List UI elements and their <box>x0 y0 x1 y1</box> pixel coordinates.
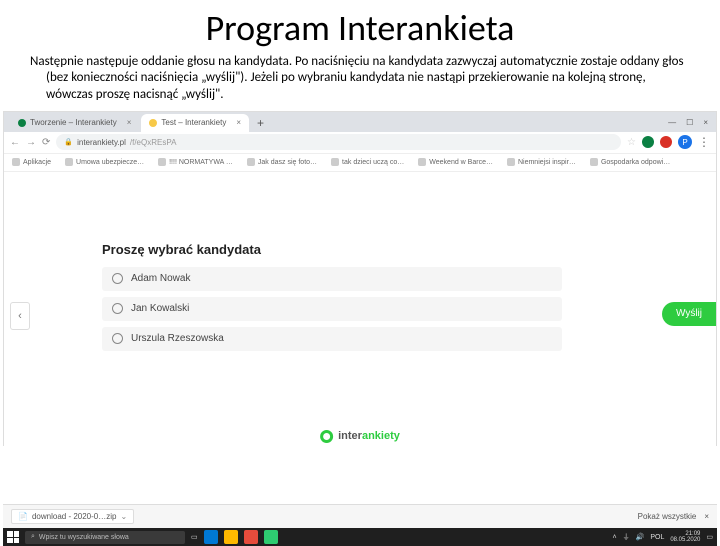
reload-icon[interactable]: ⟳ <box>42 137 50 148</box>
bookmark-item[interactable]: Gospodarka odpowi… <box>590 158 670 166</box>
submit-button[interactable]: Wyślij <box>662 302 716 326</box>
new-tab-button[interactable]: + <box>257 116 264 130</box>
browser-tab-active[interactable]: Test – Interankiety × <box>141 114 249 132</box>
slide-description: Następnie następuje oddanie głosu na kan… <box>16 50 720 111</box>
extensions: P ⋮ <box>642 135 710 149</box>
forward-icon[interactable]: → <box>26 137 36 148</box>
bookmark-icon <box>65 158 73 166</box>
brand-logo-icon <box>320 430 333 443</box>
slide-title: Program Interankieta <box>0 6 720 50</box>
star-icon[interactable]: ☆ <box>627 137 636 148</box>
lang-indicator[interactable]: POL <box>650 534 664 541</box>
url-host: interankiety.pl <box>77 138 126 147</box>
bookmark-icon <box>418 158 426 166</box>
system-tray: ˄ ⏚ 🔊 POL 21:09 08.05.2020 ▭ <box>613 531 713 543</box>
prev-button[interactable]: ‹ <box>10 302 30 330</box>
browser-tab[interactable]: Tworzenie – Interankiety × <box>10 114 139 132</box>
tab-label: Test – Interankiety <box>161 118 226 127</box>
bookmark-item[interactable]: Niemniejsi inspir… <box>507 158 576 166</box>
address-bar: ← → ⟳ 🔒 interankiety.pl/f/eQxREsPA ☆ P ⋮ <box>4 132 716 154</box>
bookmark-item[interactable]: !!!! NORMATYWA … <box>158 158 233 166</box>
url-input[interactable]: 🔒 interankiety.pl/f/eQxREsPA <box>56 134 621 150</box>
tray-chevron-icon[interactable]: ˄ <box>613 534 617 541</box>
close-icon[interactable]: × <box>704 512 709 521</box>
back-icon[interactable]: ← <box>10 137 20 148</box>
bookmark-icon <box>590 158 598 166</box>
search-placeholder: Wpisz tu wyszukiwane słowa <box>39 534 129 541</box>
menu-icon[interactable]: ⋮ <box>698 135 710 149</box>
chevron-down-icon[interactable]: ⌄ <box>120 512 127 521</box>
close-icon[interactable]: × <box>236 118 241 127</box>
page-content: ‹ Proszę wybrać kandydata Adam Nowak Jan… <box>4 172 716 447</box>
minimize-icon[interactable]: — <box>668 118 676 127</box>
browser-window: Tworzenie – Interankiety × Test – Intera… <box>3 111 717 446</box>
bookmark-item[interactable]: Aplikacje <box>12 158 51 166</box>
poll-form: Proszę wybrać kandydata Adam Nowak Jan K… <box>102 242 562 357</box>
radio-icon <box>112 333 123 344</box>
app-icon[interactable] <box>224 530 238 544</box>
download-chip[interactable]: 📄 download - 2020-0…zip ⌄ <box>11 509 134 524</box>
show-all-downloads[interactable]: Pokaż wszystkie <box>638 512 697 521</box>
apps-icon <box>12 158 20 166</box>
tab-label: Tworzenie – Interankiety <box>30 118 117 127</box>
clock[interactable]: 21:09 08.05.2020 <box>670 531 700 543</box>
close-icon[interactable]: × <box>127 118 132 127</box>
bookmark-icon <box>158 158 166 166</box>
taskbar: ⌕ Wpisz tu wyszukiwane słowa ▭ ˄ ⏚ 🔊 POL… <box>3 528 717 546</box>
app-icon[interactable] <box>264 530 278 544</box>
candidate-option[interactable]: Jan Kowalski <box>102 297 562 321</box>
extension-icon[interactable] <box>642 136 654 148</box>
candidate-name: Jan Kowalski <box>131 303 189 314</box>
extension-icon[interactable] <box>660 136 672 148</box>
url-path: /f/eQxREsPA <box>130 138 177 147</box>
form-heading: Proszę wybrać kandydata <box>102 242 562 257</box>
close-window-icon[interactable]: × <box>703 118 708 127</box>
app-icon[interactable] <box>204 530 218 544</box>
brand-text: ankiety <box>362 430 400 442</box>
radio-icon <box>112 303 123 314</box>
bookmark-icon <box>331 158 339 166</box>
bookmark-icon <box>507 158 515 166</box>
download-filename: download - 2020-0…zip <box>32 512 117 521</box>
maximize-icon[interactable]: ☐ <box>686 118 693 127</box>
candidate-name: Adam Nowak <box>131 273 190 284</box>
bookmark-item[interactable]: Umowa ubezpiecze… <box>65 158 144 166</box>
bookmarks-bar: Aplikacje Umowa ubezpiecze… !!!! NORMATY… <box>4 154 716 172</box>
bookmark-item[interactable]: Jak dasz się foto… <box>247 158 317 166</box>
downloads-bar: 📄 download - 2020-0…zip ⌄ Pokaż wszystki… <box>3 504 717 528</box>
brand-footer: interankiety <box>320 430 400 443</box>
lock-icon: 🔒 <box>64 138 73 146</box>
tab-bar: Tworzenie – Interankiety × Test – Intera… <box>4 112 716 132</box>
favicon-icon <box>149 119 157 127</box>
taskbar-search[interactable]: ⌕ Wpisz tu wyszukiwane słowa <box>25 531 185 544</box>
candidate-option[interactable]: Urszula Rzeszowska <box>102 327 562 351</box>
candidate-name: Urszula Rzeszowska <box>131 333 224 344</box>
favicon-icon <box>18 119 26 127</box>
bookmark-item[interactable]: tak dzieci uczą co… <box>331 158 404 166</box>
app-icon[interactable] <box>244 530 258 544</box>
bookmark-item[interactable]: Weekend w Barce… <box>418 158 493 166</box>
bookmark-icon <box>247 158 255 166</box>
file-icon: 📄 <box>18 512 28 521</box>
date: 08.05.2020 <box>670 537 700 543</box>
brand-text: inter <box>338 430 362 442</box>
network-icon[interactable]: ⏚ <box>623 532 630 542</box>
profile-avatar[interactable]: P <box>678 135 692 149</box>
candidate-option[interactable]: Adam Nowak <box>102 267 562 291</box>
radio-icon <box>112 273 123 284</box>
start-button[interactable] <box>7 531 19 543</box>
